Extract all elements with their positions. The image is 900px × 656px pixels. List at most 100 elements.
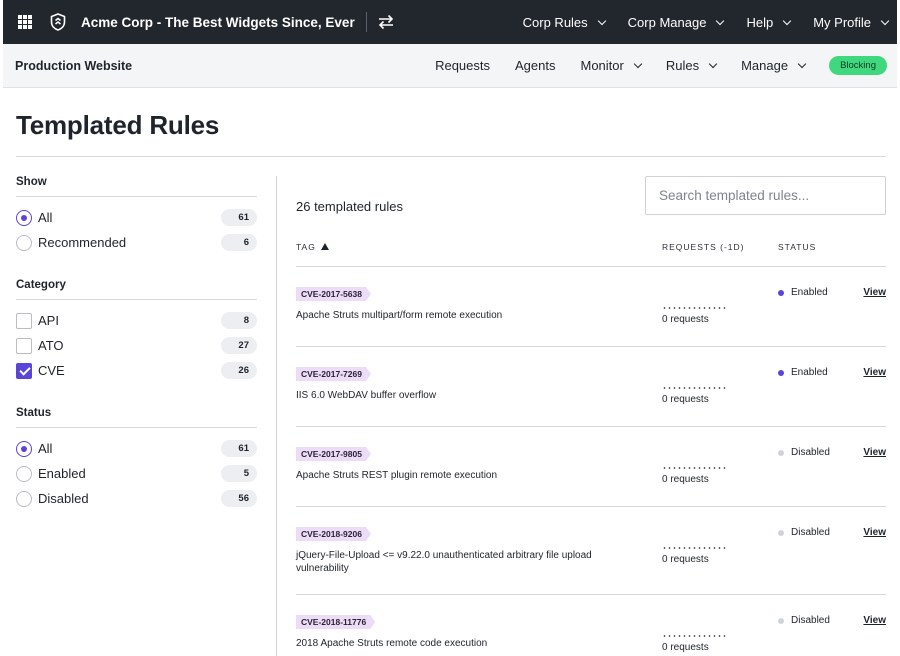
top-bar: Acme Corp - The Best Widgets Since, Ever… [3, 0, 897, 44]
chevron-down-icon [633, 59, 643, 69]
filter-show: Show All 61 Recommended 6 [16, 176, 257, 255]
chevron-down-icon [597, 16, 606, 25]
chevron-down-icon [797, 59, 807, 69]
divider [365, 12, 367, 32]
requests-sparkline [662, 307, 728, 309]
nav-corp-rules[interactable]: Corp Rules [523, 15, 606, 30]
status-dot [778, 529, 784, 536]
count-badge: 26 [221, 362, 257, 379]
column-tag[interactable]: TAG [296, 242, 329, 252]
nav-agents[interactable]: Agents [515, 58, 555, 73]
chevron-down-icon [880, 16, 890, 25]
radio[interactable] [16, 490, 32, 507]
chevron-down-icon [708, 59, 718, 69]
requests-sparkline [662, 635, 728, 637]
requests-count: 0 requests [662, 554, 709, 565]
count-badge: 27 [221, 337, 257, 354]
top-nav: Corp Rules Corp Manage Help My Profile [500, 15, 890, 30]
status-dot [778, 289, 784, 296]
radio[interactable] [16, 465, 32, 482]
filter-show-all[interactable]: All 61 [16, 205, 257, 230]
filter-show-recommended[interactable]: Recommended 6 [16, 230, 257, 255]
filter-heading: Show [16, 176, 257, 197]
radio-selected[interactable] [16, 209, 32, 226]
cve-tag: CVE-2017-5638 [296, 287, 371, 301]
checkbox-checked[interactable] [16, 362, 32, 379]
filter-category-api[interactable]: API 8 [16, 308, 257, 333]
status-dot [778, 449, 784, 456]
table-header: TAG REQUESTS (-1D) STATUS [296, 242, 886, 267]
status-dot [778, 369, 784, 376]
app-grid-icon[interactable] [18, 15, 32, 29]
page-title: Templated Rules [16, 110, 220, 140]
app-title: Acme Corp - The Best Widgets Since, Ever [81, 14, 355, 30]
requests-count: 0 requests [662, 314, 709, 325]
status-indicator: Disabled [778, 615, 830, 626]
count-badge: 61 [221, 209, 257, 226]
count-badge: 61 [221, 440, 257, 457]
view-link[interactable]: View [863, 287, 886, 298]
filter-status-all[interactable]: All 61 [16, 436, 257, 461]
table-row: CVE-2017-5638 Apache Struts multipart/fo… [296, 267, 886, 347]
nav-my-profile[interactable]: My Profile [813, 15, 890, 30]
status-indicator: Enabled [778, 287, 828, 298]
filter-status-disabled[interactable]: Disabled 56 [16, 486, 257, 511]
radio[interactable] [16, 234, 32, 251]
nav-corp-manage[interactable]: Corp Manage [628, 15, 725, 30]
table-row: CVE-2018-9206 jQuery-File-Upload <= v9.2… [296, 507, 886, 595]
chevron-down-icon [782, 16, 792, 25]
filter-category: Category API 8 ATO 27 CVE 26 [16, 279, 257, 383]
requests-sparkline [662, 387, 728, 389]
rule-description: Apache Struts multipart/form remote exec… [296, 310, 503, 321]
search-input[interactable] [645, 176, 886, 215]
table-row: CVE-2018-11776 2018 Apache Struts remote… [296, 595, 886, 656]
filter-heading: Status [16, 407, 257, 428]
view-link[interactable]: View [863, 615, 886, 626]
rules-table: CVE-2017-5638 Apache Struts multipart/fo… [296, 267, 886, 656]
site-name[interactable]: Production Website [15, 59, 132, 73]
status-dot [778, 617, 784, 624]
requests-count: 0 requests [662, 642, 709, 653]
status-indicator: Enabled [778, 367, 828, 378]
cve-tag: CVE-2018-11776 [296, 615, 375, 629]
switch-corp-icon[interactable] [377, 14, 395, 30]
title-divider [16, 156, 886, 157]
view-link[interactable]: View [863, 527, 886, 538]
site-nav: Requests Agents Monitor Rules Manage Blo… [410, 56, 887, 75]
rule-description: jQuery-File-Upload <= v9.22.0 unauthenti… [296, 550, 592, 574]
filter-status-enabled[interactable]: Enabled 5 [16, 461, 257, 486]
filter-category-ato[interactable]: ATO 27 [16, 333, 257, 358]
rule-description: IIS 6.0 WebDAV buffer overflow [296, 390, 437, 401]
sort-ascending-icon [320, 242, 329, 250]
nav-requests[interactable]: Requests [435, 58, 490, 73]
nav-monitor[interactable]: Monitor [580, 58, 643, 73]
chevron-down-icon [716, 16, 725, 25]
view-link[interactable]: View [863, 447, 886, 458]
count-badge: 5 [221, 465, 257, 482]
status-indicator: Disabled [778, 447, 830, 458]
checkbox[interactable] [16, 312, 32, 329]
radio-selected[interactable] [16, 440, 32, 457]
filter-heading: Category [16, 279, 257, 300]
requests-sparkline [662, 467, 728, 469]
checkbox[interactable] [16, 337, 32, 354]
requests-sparkline [662, 547, 728, 549]
shield-logo-icon[interactable] [50, 13, 66, 31]
count-badge: 56 [221, 490, 257, 507]
table-row: CVE-2017-7269 IIS 6.0 WebDAV buffer over… [296, 347, 886, 427]
rule-description: 2018 Apache Struts remote code execution [296, 638, 488, 649]
column-requests[interactable]: REQUESTS (-1D) [662, 242, 744, 252]
view-link[interactable]: View [863, 367, 886, 378]
filter-category-cve[interactable]: CVE 26 [16, 358, 257, 383]
status-indicator: Disabled [778, 527, 830, 538]
filter-sidebar: Show All 61 Recommended 6 Category API 8… [16, 176, 257, 535]
cve-tag: CVE-2017-9805 [296, 447, 371, 461]
nav-rules[interactable]: Rules [666, 58, 718, 73]
rules-count: 26 templated rules [296, 199, 403, 214]
site-bar: Production Website Requests Agents Monit… [3, 44, 897, 88]
filter-status: Status All 61 Enabled 5 Disabled 56 [16, 407, 257, 511]
column-status[interactable]: STATUS [778, 242, 816, 252]
nav-manage[interactable]: Manage [741, 58, 807, 73]
nav-help[interactable]: Help [746, 15, 792, 30]
rule-description: Apache Struts REST plugin remote executi… [296, 470, 498, 481]
